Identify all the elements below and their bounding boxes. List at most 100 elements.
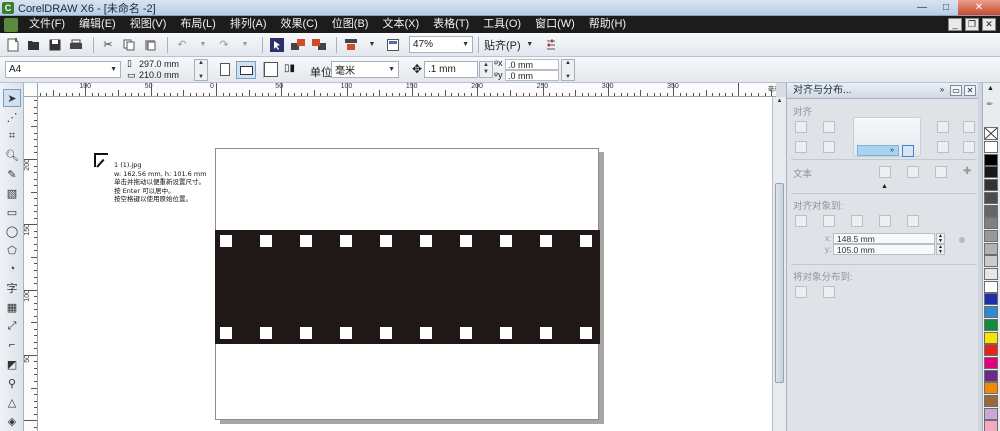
color-swatch[interactable]: [984, 141, 998, 153]
print-icon[interactable]: [67, 36, 85, 54]
align-to-active-objects-icon[interactable]: [795, 215, 807, 227]
connector-tool-icon[interactable]: ⌐: [3, 336, 21, 354]
snap-dropdown-icon[interactable]: ▼: [521, 36, 539, 54]
smart-fill-tool-icon[interactable]: ▧: [3, 184, 21, 202]
menu-text[interactable]: 文本(X): [375, 16, 426, 33]
x-coordinate-spinner[interactable]: ▲ ▼: [936, 233, 945, 244]
align-to-grid-icon[interactable]: [879, 215, 891, 227]
menu-edit[interactable]: 编辑(E): [72, 16, 123, 33]
cut-icon[interactable]: ✂: [99, 36, 117, 54]
text-baseline-icon[interactable]: [879, 166, 891, 178]
horizontal-ruler[interactable]: 毫米 10050050100150200250300350: [38, 83, 776, 97]
drawing-canvas[interactable]: 1 (1).jpg w: 162.56 mm, h: 101.6 mm 单击并拖…: [38, 97, 772, 431]
zoom-level-select[interactable]: 47% ▼: [409, 36, 473, 53]
drawing-page[interactable]: [215, 148, 600, 420]
ruler-origin[interactable]: [24, 83, 38, 97]
color-swatch[interactable]: [984, 242, 998, 255]
vertical-scrollbar[interactable]: ▲: [772, 97, 786, 431]
color-swatch[interactable]: [984, 191, 998, 204]
align-to-page-edge-icon[interactable]: [823, 215, 835, 227]
distribute-to-selection-icon[interactable]: [795, 286, 807, 298]
align-top-icon[interactable]: [937, 121, 949, 133]
menu-table[interactable]: 表格(T): [426, 16, 476, 33]
palette-eyedropper-icon[interactable]: ✒: [986, 99, 994, 110]
film-strip-rectangle[interactable]: [215, 230, 600, 344]
menu-file[interactable]: 文件(F): [22, 16, 72, 33]
redo-dropdown-icon[interactable]: ▼: [236, 36, 254, 54]
rectangle-tool-icon[interactable]: ▭: [3, 203, 21, 221]
color-swatch[interactable]: [984, 280, 998, 293]
shape-tool-icon[interactable]: ⋰: [3, 108, 21, 126]
document-icon[interactable]: [4, 17, 18, 32]
import-icon[interactable]: [289, 36, 307, 54]
snap-to-menu[interactable]: 贴齐(P): [484, 37, 521, 53]
align-right-icon[interactable]: [963, 121, 975, 133]
color-swatch[interactable]: [984, 344, 998, 357]
color-swatch[interactable]: [984, 306, 998, 319]
doc-minimize-button[interactable]: _: [948, 18, 962, 31]
color-swatch[interactable]: [984, 369, 998, 382]
color-swatch[interactable]: [984, 407, 998, 420]
y-coordinate-spinner[interactable]: ▲ ▼: [936, 244, 945, 255]
color-swatch[interactable]: [984, 166, 998, 179]
undo-dropdown-icon[interactable]: ▼: [194, 36, 212, 54]
palette-scroll-up-icon[interactable]: ▲: [987, 85, 994, 92]
scroll-thumb[interactable]: [775, 183, 784, 383]
color-swatch[interactable]: [984, 268, 998, 280]
copy-icon[interactable]: [120, 36, 138, 54]
align-center-icon[interactable]: [823, 121, 835, 133]
fill-tool-icon[interactable]: ◈: [3, 412, 21, 430]
color-swatch[interactable]: [984, 229, 998, 242]
align-bottom-center-icon[interactable]: [823, 141, 835, 153]
color-swatch[interactable]: [984, 293, 998, 306]
duplicate-y-field[interactable]: .0 mm: [505, 70, 559, 81]
page-size-select[interactable]: A4 ▼: [5, 61, 121, 78]
color-swatch[interactable]: [984, 179, 998, 192]
doc-close-button[interactable]: ✕: [982, 18, 996, 31]
paste-icon[interactable]: [141, 36, 159, 54]
text-line-icon[interactable]: [907, 166, 919, 178]
align-to-page-center-icon[interactable]: [851, 215, 863, 227]
scroll-up-icon[interactable]: ▲: [774, 98, 785, 108]
dimension-tool-icon[interactable]: ⤢: [3, 317, 21, 335]
landscape-icon[interactable]: [236, 61, 256, 79]
x-coordinate-field[interactable]: 148.5 mm: [833, 233, 935, 244]
color-swatch[interactable]: [984, 395, 998, 407]
current-page-icon[interactable]: ▯▮: [284, 63, 295, 74]
menu-help[interactable]: 帮助(H): [582, 16, 633, 33]
ellipse-tool-icon[interactable]: ◯: [3, 222, 21, 240]
duplicate-x-field[interactable]: .0 mm: [505, 59, 559, 70]
target-point-icon[interactable]: [959, 237, 965, 243]
zoom-tool-icon[interactable]: 🔍︎: [3, 146, 21, 164]
menu-bitmaps[interactable]: 位图(B): [325, 16, 376, 33]
maximize-button[interactable]: □: [934, 0, 958, 15]
menu-tools[interactable]: 工具(O): [476, 16, 528, 33]
duplicate-spinner[interactable]: ▲ ▼: [561, 59, 575, 81]
units-select[interactable]: 毫米 ▼: [331, 61, 399, 78]
close-button[interactable]: ✕: [958, 0, 1000, 15]
color-swatch[interactable]: [984, 356, 998, 369]
color-swatch[interactable]: [984, 153, 998, 166]
align-text-icon[interactable]: [902, 145, 914, 157]
align-to-point-icon[interactable]: [907, 215, 919, 227]
align-bottom-icon[interactable]: [963, 141, 975, 153]
no-fill-swatch[interactable]: [984, 127, 998, 140]
new-document-icon[interactable]: [4, 36, 22, 54]
menu-view[interactable]: 视图(V): [123, 16, 174, 33]
eyedropper-tool-icon[interactable]: ⚲: [3, 374, 21, 392]
align-middle-icon[interactable]: [937, 141, 949, 153]
polygon-tool-icon[interactable]: ⬠: [3, 241, 21, 259]
save-icon[interactable]: [46, 36, 64, 54]
menu-arrange[interactable]: 排列(A): [223, 16, 274, 33]
text-outline-icon[interactable]: ✚: [963, 166, 975, 178]
text-tool-icon[interactable]: 字: [3, 279, 21, 297]
launcher-dropdown-icon[interactable]: ▼: [363, 36, 381, 54]
crop-tool-icon[interactable]: ⌗: [3, 127, 21, 145]
pick-tool-icon[interactable]: ➤: [3, 89, 21, 107]
doc-restore-button[interactable]: ❐: [965, 18, 979, 31]
options-icon[interactable]: [542, 36, 560, 54]
docker-minimize-button[interactable]: ▭: [950, 85, 962, 96]
align-left-icon[interactable]: [795, 121, 807, 133]
color-swatch[interactable]: [984, 255, 998, 268]
align-bottom-left-icon[interactable]: [795, 141, 807, 153]
